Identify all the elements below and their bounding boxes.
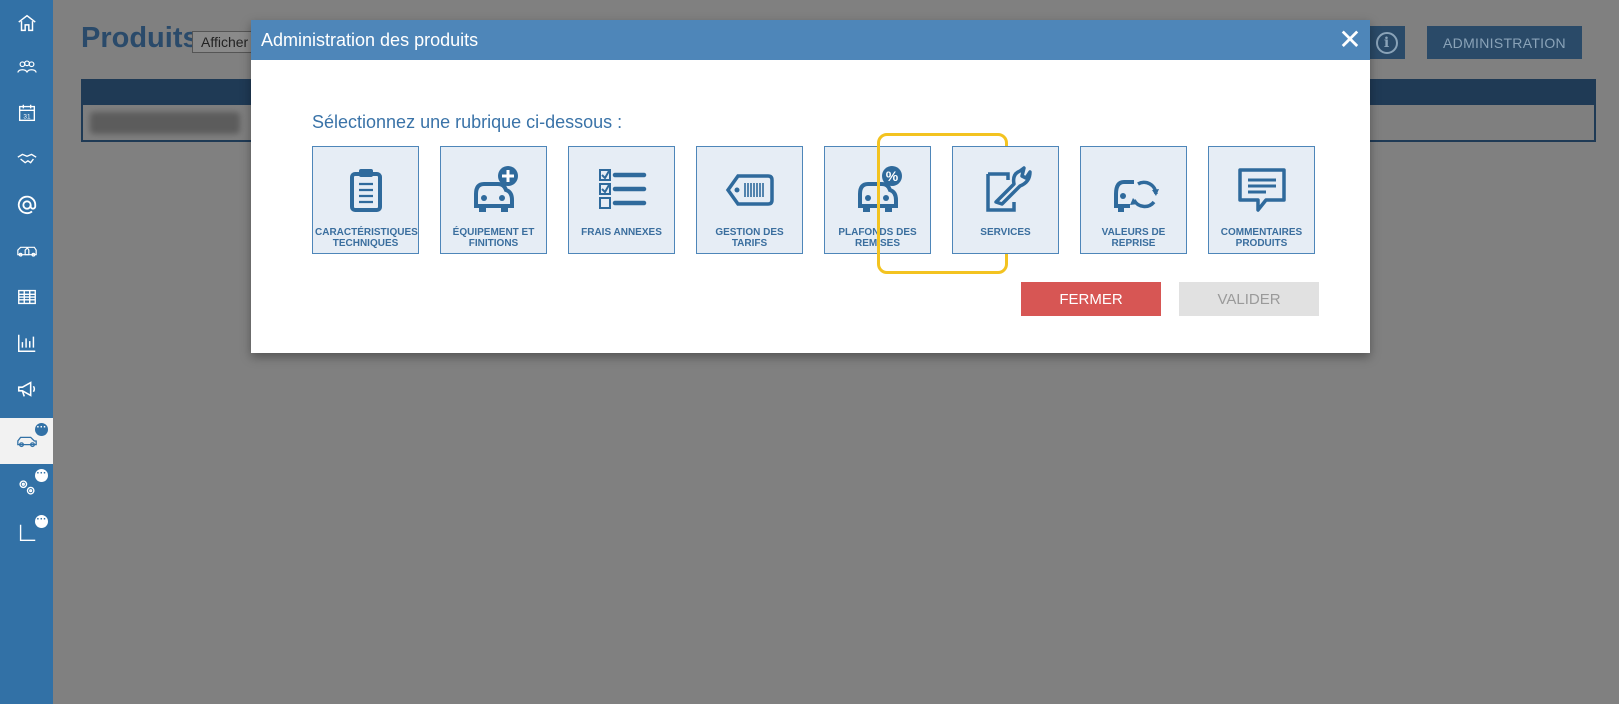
- notification-badge: ···: [35, 469, 48, 482]
- info-button[interactable]: i: [1368, 26, 1405, 59]
- price-tag-icon: [725, 174, 774, 206]
- dialog-prompt: Sélectionnez une rubrique ci-dessous :: [312, 112, 623, 132]
- sidebar-item-email[interactable]: [0, 182, 53, 228]
- checklist-icon: [598, 169, 646, 209]
- home-icon: [17, 14, 36, 32]
- tile-label: VALEURS DE REPRISE: [1101, 227, 1166, 249]
- tile-label: ÉQUIPEMENT ET FINITIONS: [452, 227, 535, 249]
- tile-trade-in-values[interactable]: VALEURS DE REPRISE: [1080, 146, 1187, 254]
- vehicles-icon: [16, 246, 37, 257]
- handshake-icon: [16, 153, 37, 164]
- car-plus-icon: [473, 166, 518, 212]
- car-icon: [16, 436, 37, 448]
- close-button[interactable]: FERMER: [1021, 282, 1161, 316]
- tile-product-comments[interactable]: COMMENTAIRES PRODUITS: [1208, 146, 1315, 254]
- table-icon: [17, 289, 36, 305]
- close-icon[interactable]: ✕: [1338, 26, 1362, 54]
- svg-text:%: %: [885, 168, 898, 184]
- validate-button[interactable]: VALIDER: [1179, 282, 1319, 316]
- sidebar-item-products[interactable]: ···: [0, 418, 53, 464]
- tile-technical-specs[interactable]: CARACTÉRISTIQUES TECHNIQUES: [312, 146, 419, 254]
- blurred-filter-chip: [90, 112, 240, 134]
- car-percent-icon: %: [857, 166, 902, 212]
- dialog-header: Administration des produits ✕: [251, 20, 1370, 60]
- wrench-icon: [985, 166, 1032, 212]
- comment-icon: [1237, 168, 1286, 212]
- page-title: Produits: [81, 22, 199, 54]
- car-cycle-icon: [1113, 180, 1159, 212]
- sidebar-item-stats[interactable]: [0, 320, 53, 366]
- clipboard-icon: [349, 169, 382, 212]
- sidebar-item-calendar[interactable]: 31: [0, 90, 53, 136]
- tile-additional-fees[interactable]: FRAIS ANNEXES: [568, 146, 675, 254]
- administration-button[interactable]: ADMINISTRATION: [1427, 26, 1582, 59]
- tile-pricing[interactable]: GESTION DES TARIFS: [696, 146, 803, 254]
- bar-chart-icon: [17, 334, 35, 352]
- tile-label: SERVICES: [980, 227, 1031, 238]
- axis-chart-icon: [19, 524, 35, 542]
- sidebar: 31 ··· ··· ···: [0, 0, 53, 704]
- tile-discount-caps[interactable]: % PLAFONDS DES REMISES: [824, 146, 931, 254]
- sidebar-item-vehicles[interactable]: [0, 228, 53, 274]
- sidebar-item-reports[interactable]: ···: [0, 510, 53, 556]
- dialog-title: Administration des produits: [261, 29, 479, 50]
- sidebar-item-home[interactable]: [0, 0, 53, 46]
- gears-icon: [18, 480, 35, 495]
- svg-text:31: 31: [23, 114, 31, 121]
- sidebar-item-partners[interactable]: [0, 136, 53, 182]
- tile-label: GESTION DES TARIFS: [715, 227, 784, 249]
- users-group-icon: [16, 60, 37, 73]
- product-admin-dialog: Administration des produits ✕ Sélectionn…: [251, 20, 1370, 353]
- sidebar-item-settings[interactable]: ···: [0, 464, 53, 510]
- sidebar-item-table[interactable]: [0, 274, 53, 320]
- tile-equipment[interactable]: ÉQUIPEMENT ET FINITIONS: [440, 146, 547, 254]
- tile-label: FRAIS ANNEXES: [581, 227, 662, 238]
- tile-services[interactable]: SERVICES: [952, 146, 1059, 254]
- at-sign-icon: [17, 195, 36, 215]
- calendar-icon: 31: [18, 104, 35, 122]
- tile-label: PLAFONDS DES REMISES: [838, 227, 917, 249]
- megaphone-icon: [17, 381, 35, 397]
- notification-badge: ···: [35, 515, 48, 528]
- sidebar-item-users[interactable]: [0, 44, 53, 90]
- tile-label: CARACTÉRISTIQUES TECHNIQUES: [315, 227, 418, 249]
- notification-badge: ···: [35, 423, 48, 436]
- info-icon: i: [1375, 31, 1398, 54]
- sidebar-item-marketing[interactable]: [0, 366, 53, 412]
- tile-label: COMMENTAIRES PRODUITS: [1220, 227, 1303, 249]
